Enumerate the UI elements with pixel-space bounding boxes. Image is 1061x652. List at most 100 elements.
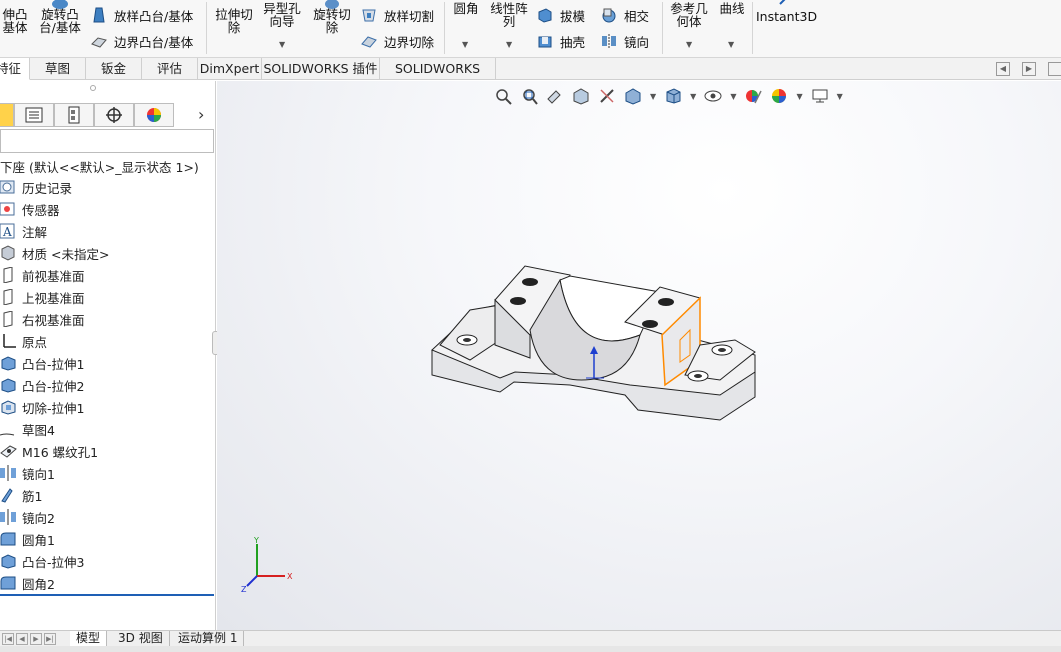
panel-splitter-handle[interactable] [90,85,96,91]
tab-3d-views[interactable]: 3D 视图 [112,631,170,647]
display-style-icon[interactable] [664,87,682,105]
reference-geometry-button[interactable]: 参考几 何体 [666,2,712,28]
feature-tree-filter-input[interactable] [0,129,214,153]
fillet-button[interactable]: 圆角 [450,2,482,15]
view-orientation-icon[interactable] [624,87,642,105]
tab-dimxpert[interactable]: DimXpert [198,58,262,80]
tree-item-label: 凸台-拉伸1 [22,356,85,372]
zoom-to-fit-icon[interactable] [494,87,512,105]
tree-item-history[interactable]: 历史记录 [0,176,72,198]
fillet-dropdown-caret[interactable]: ▼ [462,40,468,49]
revolve-boss-label-2: 台/基体 [39,20,81,35]
tree-item-boss-extrude1[interactable]: 凸台-拉伸1 [0,352,84,374]
tab-sketch[interactable]: 草图 [30,58,86,80]
feature-manager-tab[interactable] [0,103,14,127]
tab-solidworks-mbd[interactable]: SOLIDWORKS MBD [380,58,496,97]
plane-icon [3,289,13,305]
tab-solidworks-addins[interactable]: SOLIDWORKS 插件 [262,58,380,80]
tab-nav-last-button[interactable]: ▶| [44,633,56,645]
ribbon-separator [662,2,663,54]
tree-item-mirror2[interactable]: 镜向2 [0,506,55,528]
tab-nav-first-button[interactable]: |◀ [2,633,14,645]
panel-collapse-button[interactable] [1048,62,1061,76]
loft-boss-button[interactable]: 放样凸台/基体 [90,4,193,26]
linear-pattern-dropdown-caret[interactable]: ▼ [506,40,512,49]
tab-nav-prev-button[interactable]: ◀ [16,633,28,645]
configuration-manager-tab[interactable] [54,103,94,127]
tree-item-right-plane[interactable]: 右视基准面 [0,308,85,330]
view-orientation-triad[interactable]: Y X Z [239,536,299,596]
hole-wizard-button[interactable]: 异型孔 向导 [260,2,304,28]
hole-wizard-label-2: 向导 [269,14,295,29]
tree-item-sketch4[interactable]: 草图4 [0,418,55,440]
mirror-label: 镜向 [624,34,650,50]
hide-show-items-icon[interactable] [704,87,722,105]
tab-sheet-metal[interactable]: 钣金 [86,58,142,80]
section-view-icon[interactable] [572,87,590,105]
shell-button[interactable]: 抽壳 [536,30,585,52]
mirror-icon [0,509,16,525]
display-manager-tab[interactable] [134,103,174,127]
curves-label: 曲线 [719,1,745,16]
tab-evaluate[interactable]: 评估 [142,58,198,80]
tree-item-front-plane[interactable]: 前视基准面 [0,264,85,286]
extrude-cut-button[interactable]: 拉伸切 除 [212,8,256,34]
edit-appearance-icon[interactable] [744,87,763,105]
tree-item-boss-extrude2[interactable]: 凸台-拉伸2 [0,374,84,396]
view-settings-monitor-icon[interactable] [811,87,829,105]
hide-show-dropdown-caret[interactable]: ▼ [730,92,736,101]
linear-pattern-button[interactable]: 线性阵 列 [486,2,532,28]
tree-item-fillet2[interactable]: 圆角2 [0,572,55,594]
tab-scroll-right-button[interactable]: ▶ [1022,62,1036,76]
extrude-cut-label-2: 除 [227,20,241,35]
linear-pattern-label-2: 列 [502,14,516,29]
apply-scene-icon[interactable] [770,87,788,105]
panel-tabs-more-button[interactable]: › [198,105,204,124]
intersect-button[interactable]: 相交 [600,4,649,26]
draft-icon [538,8,552,23]
tree-item-sensors[interactable]: 传感器 [0,198,60,220]
reference-geometry-dropdown-caret[interactable]: ▼ [686,40,692,49]
tree-item-mirror1[interactable]: 镜向1 [0,462,55,484]
tree-item-origin[interactable]: 原点 [0,330,47,352]
dynamic-annotation-icon[interactable] [598,87,616,105]
tree-item-boss-extrude3[interactable]: 凸台-拉伸3 [0,550,84,572]
tree-item-label: 材质 <未指定> [22,246,110,262]
tree-item-label: 传感器 [22,202,60,218]
apply-scene-dropdown-caret[interactable]: ▼ [796,92,802,101]
boundary-boss-button[interactable]: 边界凸台/基体 [90,30,193,52]
graphics-area[interactable]: Y X Z [217,81,1061,630]
previous-view-icon[interactable] [546,87,564,105]
curves-button[interactable]: 曲线 [716,2,748,15]
instant3d-button[interactable]: Instant3D [756,10,817,23]
tree-item-fillet1[interactable]: 圆角1 [0,528,55,550]
tab-features[interactable]: 特征 [0,58,30,80]
mirror-button[interactable]: 镜向 [600,30,649,52]
view-settings-dropdown-caret[interactable]: ▼ [837,92,843,101]
draft-button[interactable]: 拔模 [536,4,585,26]
cut-extrude-icon [1,400,16,415]
tree-item-annotations[interactable]: A 注解 [0,220,47,242]
tab-nav-next-button[interactable]: ▶ [30,633,42,645]
dimxpert-manager-tab[interactable] [94,103,134,127]
curves-dropdown-caret[interactable]: ▼ [728,40,734,49]
hole-wizard-dropdown-caret[interactable]: ▼ [279,40,285,49]
zoom-to-area-icon[interactable] [520,87,538,105]
tab-model[interactable]: 模型 [70,631,108,647]
tree-root-part[interactable]: 下座 (默认<<默认>_显示状态 1>) [0,157,199,176]
tree-item-top-plane[interactable]: 上视基准面 [0,286,85,308]
display-style-dropdown-caret[interactable]: ▼ [690,92,696,101]
boundary-cut-button[interactable]: 边界切除 [360,30,434,52]
tree-item-material[interactable]: 材质 <未指定> [0,242,109,264]
draft-label: 拔模 [560,8,586,24]
tab-scroll-left-button[interactable]: ◀ [996,62,1010,76]
tree-item-rib1[interactable]: 筋1 [0,484,42,506]
loft-cut-button[interactable]: 放样切割 [360,4,434,26]
tree-item-cut-extrude1[interactable]: 切除-拉伸1 [0,396,84,418]
tab-motion-study-1[interactable]: 运动算例 1 [172,631,245,647]
tree-item-m16-tapped-hole1[interactable]: M16 螺纹孔1 [0,440,98,462]
property-manager-tab[interactable] [14,103,54,127]
extrude-boss-button[interactable]: 伸凸 基体 [0,8,30,34]
rollback-bar[interactable] [0,594,214,596]
view-orientation-dropdown-caret[interactable]: ▼ [650,92,656,101]
